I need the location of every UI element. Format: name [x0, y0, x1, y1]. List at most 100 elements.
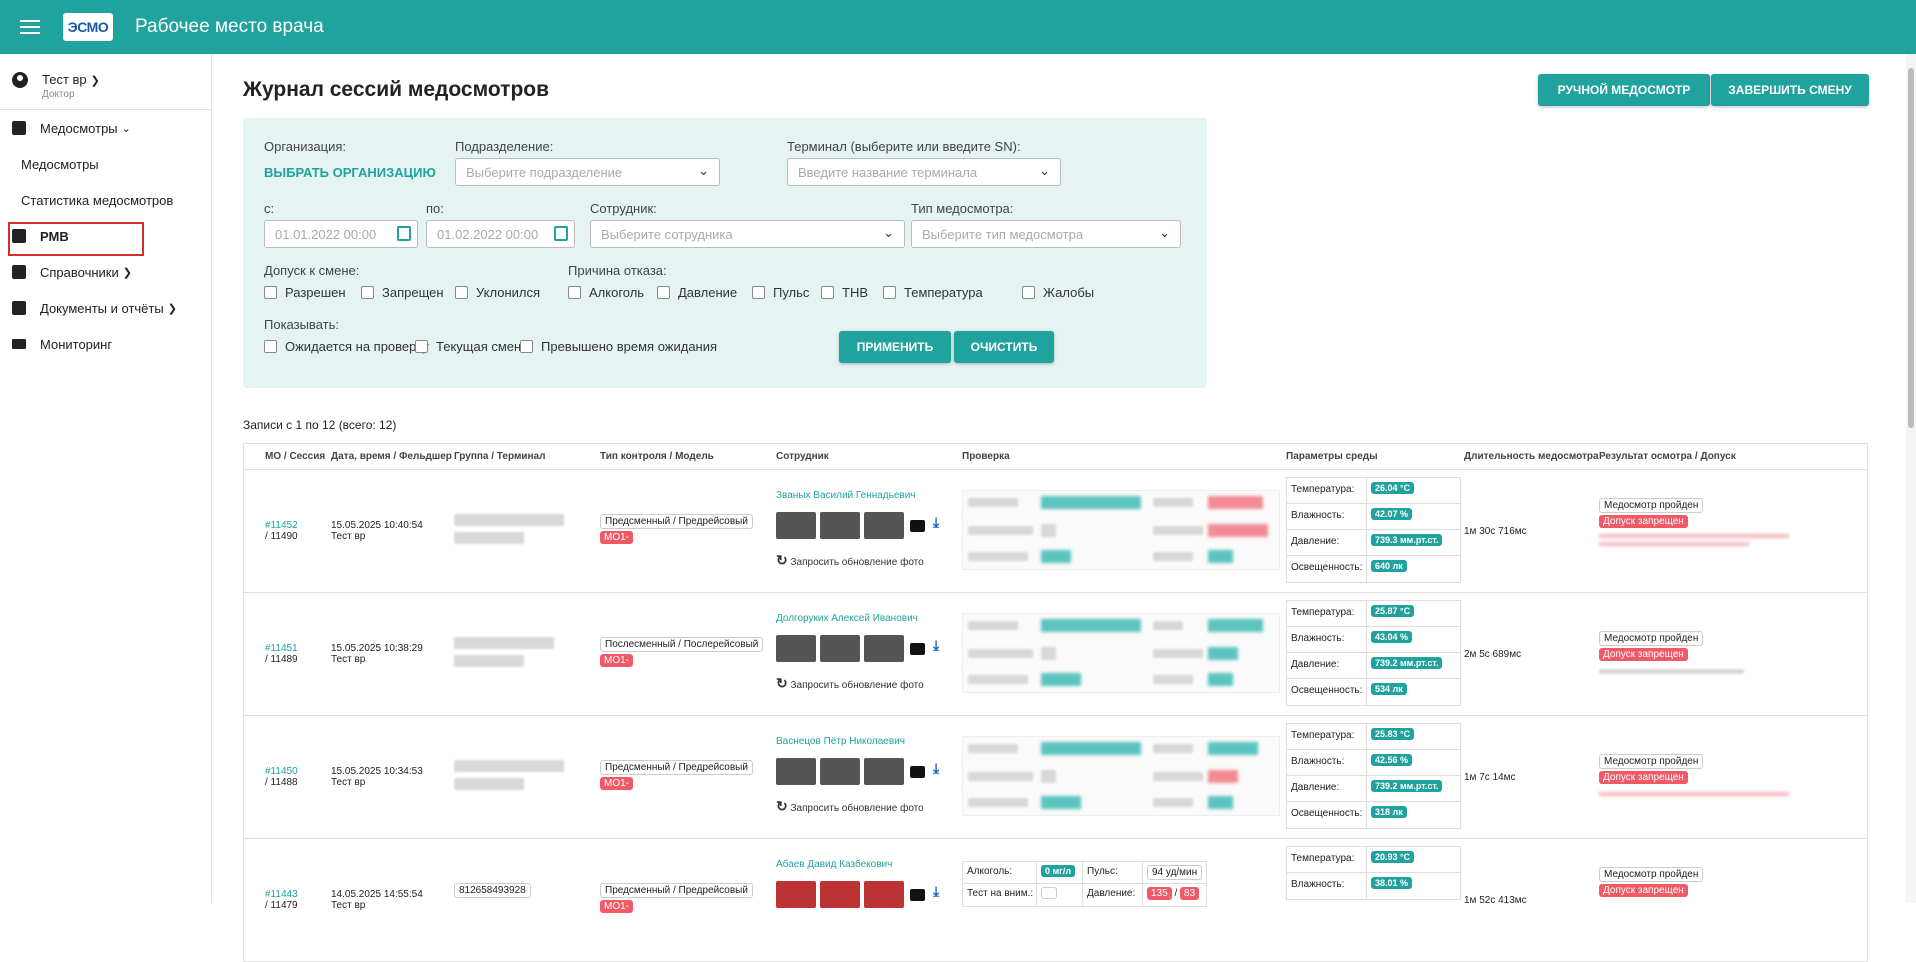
employee-photo[interactable]: [864, 881, 904, 908]
sidebar-item-medosmotry-group[interactable]: Медосмотры ⌄: [0, 110, 211, 146]
column-header[interactable]: Тип контроля / Модель: [600, 451, 714, 462]
redacted-text: [454, 655, 524, 667]
sidebar-item-statistics[interactable]: Статистика медосмотров: [0, 182, 211, 218]
checkbox-temperature[interactable]: Температура: [883, 285, 983, 300]
refresh-photo-button[interactable]: ↻ Запросить обновление фото: [776, 798, 924, 815]
video-camera-icon[interactable]: [910, 643, 925, 655]
env-label: Температура:: [1287, 724, 1367, 749]
column-header[interactable]: Проверка: [962, 451, 1010, 462]
main-content: Журнал сессий медосмотров РУЧНОЙ МЕДОСМО…: [212, 54, 1916, 962]
manual-exam-button[interactable]: РУЧНОЙ МЕДОСМОТР: [1538, 74, 1710, 106]
column-header[interactable]: Сотрудник: [776, 451, 829, 462]
employee-photo[interactable]: [820, 881, 860, 908]
checkbox-evaded[interactable]: Уклонился: [455, 285, 540, 300]
employee-photo[interactable]: [864, 635, 904, 662]
illumination-value: 318 лк: [1371, 806, 1407, 818]
alcohol-value: 0 мг/л: [1041, 865, 1076, 877]
chevron-right-icon: ❯: [167, 302, 177, 315]
checkbox-awaiting-check[interactable]: Ожидается на проверку: [264, 339, 429, 354]
menu-icon[interactable]: [20, 16, 40, 38]
sidebar-item-medosmotry[interactable]: Медосмотры: [0, 146, 211, 182]
session-link[interactable]: #11452: [265, 520, 298, 531]
column-header[interactable]: Группа / Терминал: [454, 451, 545, 462]
checkbox-alcohol[interactable]: Алкоголь: [568, 285, 644, 300]
refresh-photo-button[interactable]: ↻ Запросить обновление фото: [776, 675, 924, 692]
checkbox-allowed[interactable]: Разрешен: [264, 285, 346, 300]
refresh-photo-button[interactable]: ↻ Запросить обновление фото: [776, 552, 924, 569]
apply-button[interactable]: ПРИМЕНИТЬ: [839, 331, 951, 363]
sidebar-item-label: Справочники: [40, 264, 119, 280]
column-header[interactable]: Дата, время / Фельдшер: [331, 451, 452, 462]
logo[interactable]: ЭСМО: [63, 13, 113, 41]
sidebar-item-monitoring[interactable]: Мониторинг: [0, 326, 211, 362]
employee-link[interactable]: Абаев Давид Казбекович: [776, 859, 892, 870]
environment-params: Температура: 25.83 °C Влажность: 42.56 % Д…: [1286, 723, 1461, 829]
humidity-value: 43.04 %: [1371, 631, 1413, 643]
checkbox-current-shift[interactable]: Текущая смена: [415, 339, 528, 354]
env-label: Давление:: [1287, 653, 1367, 678]
checkbox-tnv[interactable]: ТНВ: [821, 285, 868, 300]
org-label: Организация:: [264, 139, 347, 154]
scrollbar-thumb[interactable]: [1908, 68, 1914, 428]
from-date-input[interactable]: 01.01.2022 00:00: [264, 220, 418, 248]
column-header[interactable]: Длительность медосмотра: [1464, 451, 1599, 462]
download-icon[interactable]: ⤓: [933, 637, 939, 654]
employee-link[interactable]: Долгоруких Алексей Иванович: [776, 613, 918, 624]
employee-photo[interactable]: [820, 512, 860, 539]
sidebar-item-directories[interactable]: Справочники ❯: [0, 254, 211, 290]
checkbox-timeout[interactable]: Превышено время ожидания: [520, 339, 717, 354]
employee-select[interactable]: Выберите сотрудника ⌄: [590, 220, 905, 248]
session-link[interactable]: #11451: [265, 643, 298, 654]
checkbox-complaints[interactable]: Жалобы: [1022, 285, 1094, 300]
download-icon[interactable]: ⤓: [933, 514, 939, 531]
download-icon[interactable]: ⤓: [933, 883, 939, 900]
type-label: Тип медосмотра:: [911, 201, 1014, 216]
employee-link[interactable]: Васнецов Пётр Николаевич: [776, 736, 905, 747]
employee-photo[interactable]: [820, 635, 860, 662]
video-camera-icon[interactable]: [910, 889, 925, 901]
table-row[interactable]: #11443/ 11479 14.05.2025 14:55:54 Тест вр…: [244, 839, 1867, 962]
refresh-icon: ↻: [776, 675, 788, 691]
employee-photo[interactable]: [864, 758, 904, 785]
to-date-input[interactable]: 01.02.2022 00:00: [426, 220, 575, 248]
column-header[interactable]: Параметры среды: [1286, 451, 1378, 462]
download-icon[interactable]: ⤓: [933, 760, 939, 777]
checkbox-denied[interactable]: Запрещен: [361, 285, 444, 300]
employee-photo[interactable]: [820, 758, 860, 785]
app-header: ЭСМО Рабочее место врача: [0, 0, 1916, 54]
session-link[interactable]: #11450: [265, 766, 298, 777]
table-row[interactable]: #11452/ 11490 15.05.2025 10:40:54 Тест вр…: [244, 470, 1867, 593]
dept-select[interactable]: Выберите подразделение ⌄: [455, 158, 720, 186]
checkbox-pulse[interactable]: Пульс: [752, 285, 809, 300]
terminal-select[interactable]: Введите название терминала ⌄: [787, 158, 1061, 186]
user-profile[interactable]: Тест вр ❯ Доктор: [0, 54, 211, 110]
admission-badge: Допуск запрещен: [1599, 884, 1688, 897]
type-select[interactable]: Выберите тип медосмотра ⌄: [911, 220, 1181, 248]
column-header[interactable]: Результат осмотра / Допуск: [1599, 451, 1736, 462]
column-header[interactable]: МО / Сессия: [265, 451, 325, 462]
duration: 1м 30с 716мс: [1464, 526, 1527, 537]
calendar-icon[interactable]: [397, 226, 411, 241]
checkbox-label: Уклонился: [476, 285, 541, 300]
check-results: [962, 490, 1280, 570]
refresh-label: Запросить обновление фото: [790, 680, 924, 691]
employee-photo[interactable]: [864, 512, 904, 539]
sidebar-item-documents[interactable]: Документы и отчёты ❯: [0, 290, 211, 326]
video-camera-icon[interactable]: [910, 520, 925, 532]
table-row[interactable]: #11451/ 11489 15.05.2025 10:38:29 Тест вр…: [244, 593, 1867, 716]
video-camera-icon[interactable]: [910, 766, 925, 778]
checkbox-pressure[interactable]: Давление: [657, 285, 737, 300]
check-results: [962, 613, 1280, 693]
employee-photo[interactable]: [776, 512, 816, 539]
session-link[interactable]: #11443: [265, 889, 298, 900]
clear-button[interactable]: ОЧИСТИТЬ: [954, 331, 1054, 363]
table-row[interactable]: #11450/ 11488 15.05.2025 10:34:53 Тест вр…: [244, 716, 1867, 839]
finish-shift-button[interactable]: ЗАВЕРШИТЬ СМЕНУ: [1711, 74, 1869, 106]
scrollbar[interactable]: [1906, 54, 1916, 903]
select-org-link[interactable]: ВЫБРАТЬ ОРГАНИЗАЦИЮ: [264, 165, 436, 180]
employee-photo[interactable]: [776, 635, 816, 662]
employee-link[interactable]: Званых Василий Геннадьевич: [776, 490, 916, 501]
calendar-icon[interactable]: [554, 226, 568, 241]
employee-photo[interactable]: [776, 881, 816, 908]
employee-photo[interactable]: [776, 758, 816, 785]
